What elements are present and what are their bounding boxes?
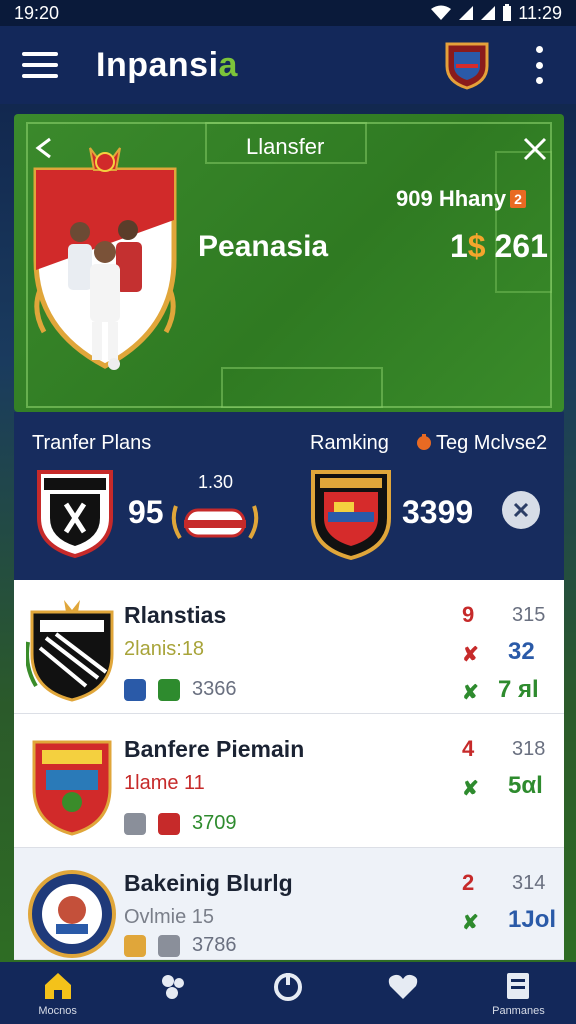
ranking-label: Ramking [310, 432, 389, 454]
row-subtitle: 2lanis:18 [124, 638, 205, 660]
hero-meta: 909 Hhany 2 [396, 186, 526, 212]
transfer-plans-label: Tranfer Plans [32, 432, 152, 454]
cup-icon [124, 812, 146, 835]
app-title: Inpansia [96, 45, 238, 84]
left-club-crest [37, 470, 113, 558]
shield-icon [158, 812, 180, 835]
list-item[interactable]: Rlanstias 2lanis:18 3366 9 315 ✘ 32 ✘ 7 … [14, 580, 564, 714]
home-icon [44, 973, 71, 999]
row-title: Bakeinig Blurlg [124, 870, 293, 896]
row-total: 314 [512, 872, 546, 894]
club-crest [28, 870, 116, 958]
nav-group[interactable] [115, 962, 230, 1024]
right-club-crest [311, 470, 391, 560]
signal-icon [459, 6, 474, 20]
row-meta: 3366 [124, 678, 237, 701]
app-bar: Inpansia [0, 26, 576, 104]
club-shield [33, 147, 177, 370]
more-vert-icon[interactable] [534, 46, 544, 84]
row-mark-icon: ✘ [462, 912, 479, 934]
club-crest [32, 740, 112, 836]
wifi-icon [431, 5, 452, 20]
status-bar: 19:20 11:29 [0, 0, 576, 26]
close-icon[interactable] [522, 136, 548, 162]
transfer-hero-card[interactable]: Llansfer 909 Hhany 2 Peanasia 1$ 261 [14, 114, 564, 412]
row-value-1: 32 [508, 638, 535, 665]
battery-icon [503, 4, 512, 21]
shirt-icon [158, 678, 180, 701]
hero-title: Llansfer [246, 134, 325, 159]
signal-icon [481, 6, 496, 20]
archive-icon [507, 973, 530, 999]
row-mark-icon: ✘ [462, 778, 479, 800]
row-meta: 3709 [124, 812, 237, 835]
dismiss-button[interactable] [502, 491, 540, 529]
close-icon [513, 502, 529, 518]
row-meta-value: 3709 [192, 812, 237, 834]
row-title: Rlanstias [124, 602, 227, 628]
row-total: 318 [512, 738, 546, 760]
row-title: Banfere Piemain [124, 736, 305, 762]
row-mark-icon: ✘ [462, 682, 479, 704]
nav-home[interactable]: Mocnos [0, 962, 115, 1024]
transfer-price: 1$ 261 [450, 228, 548, 264]
status-time-right: 11:29 [518, 2, 562, 23]
nav-label: Mocnos [38, 1005, 77, 1017]
club-crest [26, 600, 114, 702]
shield-icon [124, 678, 146, 701]
row-meta: 3786 [124, 934, 237, 957]
small-stat-value: 1.30 [198, 472, 234, 492]
row-meta-value: 3786 [192, 934, 237, 956]
row-value-2: 7 яl [498, 676, 539, 703]
row-rank: 4 [462, 736, 475, 761]
power-icon [274, 973, 302, 1001]
crown-icon [124, 934, 146, 957]
transfer-list: Rlanstias 2lanis:18 3366 9 315 ✘ 32 ✘ 7 … [14, 580, 564, 960]
nav-favorites[interactable] [346, 962, 461, 1024]
nav-label: Panmanes [492, 1005, 545, 1017]
row-value-1: 5αl [508, 772, 543, 799]
ball-icon [158, 934, 180, 957]
row-rank: 2 [462, 870, 475, 895]
heart-icon [388, 974, 418, 999]
group-icon [161, 975, 184, 999]
row-value-1: 1Jol [508, 906, 557, 933]
trending-icon [417, 434, 431, 450]
menu-icon[interactable] [22, 52, 58, 78]
status-time-left: 19:20 [14, 2, 60, 23]
player-name: Peanasia [198, 230, 329, 263]
row-subtitle: 1lame 11 [124, 772, 205, 794]
row-meta-value: 3366 [192, 678, 237, 700]
row-total: 315 [512, 604, 546, 626]
nav-power[interactable] [230, 962, 345, 1024]
stats-panel: Tranfer Plans Ramking Teg Mclvse2 95 1.3… [14, 412, 564, 580]
trending-label: Teg Mclvse2 [436, 432, 548, 454]
bottom-nav: Mocnos Panmanes [0, 962, 576, 1024]
list-item[interactable]: Banfere Piemain 1lame 11 3709 4 318 ✘ 5α… [14, 714, 564, 848]
row-mark-icon: ✘ [462, 644, 479, 666]
row-subtitle: Ovlmie 15 [124, 906, 215, 928]
list-item[interactable]: Bakeinig Blurlg Ovlmie 15 3786 2 314 ✘ 1… [14, 848, 564, 960]
nav-archive[interactable]: Panmanes [461, 962, 576, 1024]
row-rank: 9 [462, 602, 475, 627]
status-icons: 11:29 [430, 3, 562, 24]
right-stat-value: 3399 [402, 494, 474, 530]
laurel-badge [171, 505, 259, 540]
left-stat-value: 95 [128, 494, 164, 530]
club-logo[interactable] [444, 40, 490, 90]
meta-badge: 2 [510, 190, 526, 208]
